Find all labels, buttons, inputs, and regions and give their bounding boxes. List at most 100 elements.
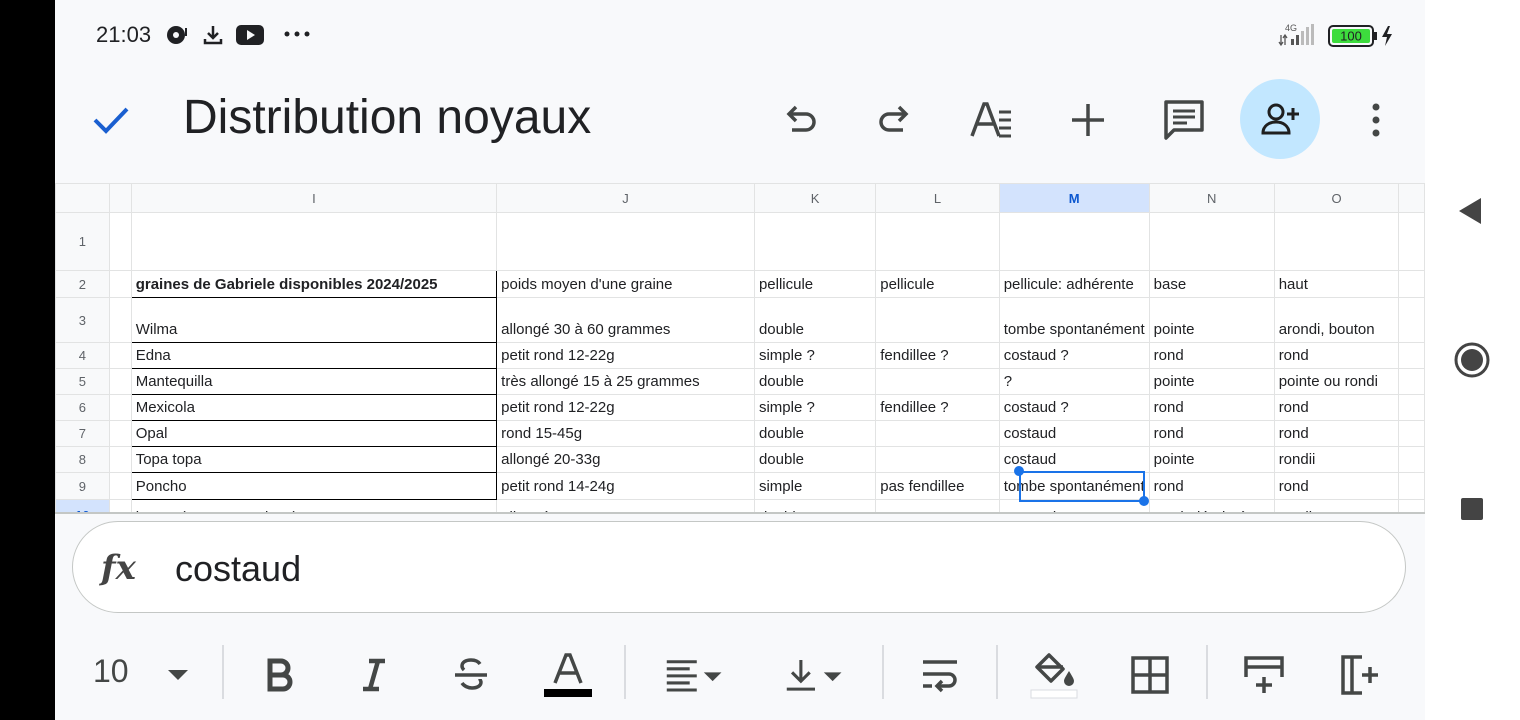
cell-k2[interactable]: pellicule — [753, 270, 877, 298]
column-header-m[interactable]: M — [998, 183, 1150, 213]
select-all-corner[interactable] — [55, 183, 110, 213]
column-header-l[interactable]: L — [875, 183, 1000, 213]
column-header-n[interactable]: N — [1148, 183, 1275, 213]
cell-j6[interactable]: petit rond 12-22g — [496, 394, 755, 421]
cell-m10[interactable]: costaud — [998, 499, 1150, 513]
cell-m1[interactable] — [998, 212, 1150, 271]
font-size-dropdown[interactable] — [148, 645, 208, 705]
cell-h9[interactable] — [108, 472, 132, 500]
cell-o2[interactable]: haut — [1273, 270, 1400, 298]
cell-h7[interactable] — [108, 420, 132, 447]
font-size-value[interactable]: 10 — [93, 653, 129, 690]
cell-o1[interactable] — [1273, 212, 1400, 271]
strikethrough-button[interactable] — [441, 645, 501, 705]
wrap-text-button[interactable] — [910, 645, 970, 705]
column-header-o[interactable]: O — [1273, 183, 1400, 213]
cell-n3[interactable]: pointe — [1148, 297, 1275, 343]
home-icon[interactable] — [1454, 342, 1490, 378]
cell-p7[interactable] — [1398, 420, 1425, 447]
row-header-8[interactable]: 8 — [55, 446, 110, 473]
cell-i1[interactable] — [130, 212, 498, 271]
row-header-9[interactable]: 9 — [55, 472, 110, 500]
borders-button[interactable] — [1120, 645, 1180, 705]
cell-h4[interactable] — [108, 342, 132, 369]
cell-i3[interactable]: Wilma — [130, 297, 498, 343]
cell-h1[interactable] — [108, 212, 132, 271]
cell-l1[interactable] — [875, 212, 1000, 271]
cell-i5[interactable]: Mantequilla — [130, 368, 498, 395]
cell-l9[interactable]: pas fendillee — [875, 472, 1000, 500]
cell-n10[interactable]: rond, déprimé — [1148, 499, 1275, 513]
text-format-button[interactable] — [960, 88, 1024, 152]
cell-m2[interactable]: pellicule: adhérente — [998, 270, 1150, 298]
cell-p4[interactable] — [1398, 342, 1425, 369]
recents-icon[interactable] — [1460, 497, 1484, 521]
cell-m7[interactable]: costaud — [998, 420, 1150, 447]
cell-n5[interactable]: pointe — [1148, 368, 1275, 395]
cell-k5[interactable]: double — [753, 368, 877, 395]
cell-n7[interactable]: rond — [1148, 420, 1275, 447]
cell-o7[interactable]: rond — [1273, 420, 1400, 447]
cell-p1[interactable] — [1398, 212, 1425, 271]
cell-h10[interactable] — [108, 499, 132, 513]
cell-o6[interactable]: rond — [1273, 394, 1400, 421]
cell-i10[interactable]: bacon (en comparaison) — [130, 499, 498, 513]
more-options-button[interactable] — [1344, 88, 1408, 152]
cell-k10[interactable]: double — [753, 499, 877, 513]
formula-bar[interactable]: fx costaud — [72, 521, 1406, 613]
cell-j9[interactable]: petit rond 14-24g — [496, 472, 755, 500]
cell-l3[interactable] — [875, 297, 1000, 343]
cell-k3[interactable]: double — [753, 297, 877, 343]
cell-l5[interactable] — [875, 368, 1000, 395]
cell-m6[interactable]: costaud ? — [998, 394, 1150, 421]
cell-o8[interactable]: rondii — [1273, 446, 1400, 473]
cell-n2[interactable]: base — [1148, 270, 1275, 298]
cell-i8[interactable]: Topa topa — [130, 446, 498, 473]
undo-button[interactable] — [768, 88, 832, 152]
bold-button[interactable] — [250, 645, 310, 705]
cell-j4[interactable]: petit rond 12-22g — [496, 342, 755, 369]
cell-j1[interactable] — [496, 212, 755, 271]
cell-p9[interactable] — [1398, 472, 1425, 500]
cell-m5[interactable]: ? — [998, 368, 1150, 395]
cell-l10[interactable] — [875, 499, 1000, 513]
italic-button[interactable] — [344, 645, 404, 705]
formula-input[interactable]: costaud — [175, 548, 301, 590]
share-button[interactable] — [1240, 79, 1320, 159]
cell-n9[interactable]: rond — [1148, 472, 1275, 500]
cell-p8[interactable] — [1398, 446, 1425, 473]
cell-n8[interactable]: pointe — [1148, 446, 1275, 473]
cell-h8[interactable] — [108, 446, 132, 473]
text-color-button[interactable] — [538, 645, 598, 705]
spreadsheet-grid[interactable]: I J K L M N O 1 2 graines de Gabriele disponibles… — [55, 183, 1425, 513]
cell-l7[interactable] — [875, 420, 1000, 447]
cell-j3[interactable]: allongé 30 à 60 grammes — [496, 297, 755, 343]
row-header-1[interactable]: 1 — [55, 212, 110, 271]
cell-j5[interactable]: très allongé 15 à 25 grammes — [496, 368, 755, 395]
column-header-j[interactable]: J — [496, 183, 755, 213]
cell-n4[interactable]: rond — [1148, 342, 1275, 369]
cell-j2[interactable]: poids moyen d'une graine — [496, 270, 755, 298]
redo-button[interactable] — [863, 88, 927, 152]
cell-l4[interactable]: fendillee ? — [875, 342, 1000, 369]
cell-o9[interactable]: rond — [1273, 472, 1400, 500]
cell-m3[interactable]: tombe spontanément — [998, 297, 1150, 343]
horizontal-align-button[interactable] — [665, 645, 725, 705]
column-header-i[interactable]: I — [130, 183, 498, 213]
cell-h6[interactable] — [108, 394, 132, 421]
cell-n1[interactable] — [1148, 212, 1275, 271]
cell-n6[interactable]: rond — [1148, 394, 1275, 421]
insert-column-button[interactable] — [1330, 645, 1390, 705]
cell-i4[interactable]: Edna — [130, 342, 498, 369]
vertical-align-button[interactable] — [785, 645, 845, 705]
cell-o10[interactable]: rondi — [1273, 499, 1400, 513]
fill-color-button[interactable] — [1024, 645, 1084, 705]
cell-k1[interactable] — [753, 212, 877, 271]
cell-p10[interactable] — [1398, 499, 1425, 513]
row-header-5[interactable]: 5 — [55, 368, 110, 395]
cell-i6[interactable]: Mexicola — [130, 394, 498, 421]
selection-handle-top[interactable] — [1014, 466, 1024, 476]
row-header-4[interactable]: 4 — [55, 342, 110, 369]
row-header-2[interactable]: 2 — [55, 270, 110, 298]
cell-h3[interactable] — [108, 297, 132, 343]
